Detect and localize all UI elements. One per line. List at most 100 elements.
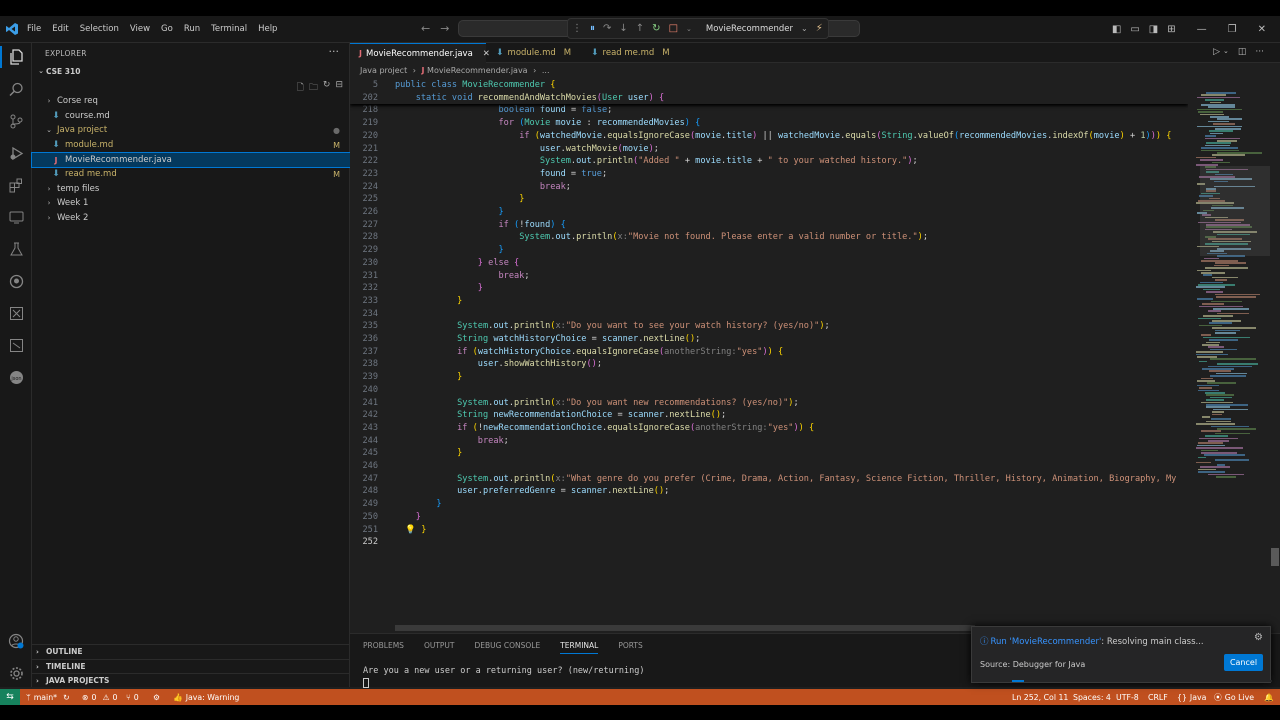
code-line[interactable]: 239 } [350, 371, 1188, 384]
code-line[interactable]: 218 boolean found = false; [350, 104, 1188, 117]
pause-icon[interactable]: ⏸ [590, 23, 595, 34]
ports-indicator[interactable]: ⑂ 0 [126, 689, 139, 705]
code-line[interactable]: 243 if (!newRecommendationChoice.equalsI… [350, 422, 1188, 435]
panel-tab-terminal[interactable]: TERMINAL [560, 641, 599, 654]
code-line[interactable]: 237 if (watchHistoryChoice.equalsIgnoreC… [350, 346, 1188, 359]
panel-tab-problems[interactable]: PROBLEMS [363, 641, 404, 654]
source-control-icon[interactable] [6, 111, 26, 131]
code-line[interactable]: 247 System.out.println(x:"What genre do … [350, 473, 1188, 486]
tree-file[interactable]: ⬇ read me.md M [32, 167, 350, 181]
lightning-icon[interactable]: ⚡ [816, 23, 823, 34]
stop-icon[interactable]: □ [669, 23, 678, 34]
editor-horizontal-scrollbar[interactable] [395, 625, 975, 631]
customize-layout-icon[interactable]: ⊞ [1167, 24, 1175, 35]
code-line[interactable]: 236 String watchHistoryChoice = scanner.… [350, 333, 1188, 346]
restart-icon[interactable]: ↻ [652, 23, 660, 34]
code-line[interactable]: 233 } [350, 295, 1188, 308]
tree-folder[interactable]: › temp files [32, 182, 350, 196]
code-line[interactable]: 219 for (Movie movie : recommendedMovies… [350, 117, 1188, 130]
json-icon[interactable]: json [6, 367, 26, 387]
code-line[interactable]: 249 } [350, 498, 1188, 511]
step-out-icon[interactable]: ↑ [636, 23, 644, 34]
menu-item-selection[interactable]: Selection [80, 24, 119, 34]
code-line[interactable]: 228 System.out.println(x:"Movie not foun… [350, 231, 1188, 244]
toggle-panel-icon[interactable]: ▭ [1130, 24, 1139, 35]
menu-item-help[interactable]: Help [258, 24, 277, 34]
breadcrumb-item[interactable]: ... [542, 66, 550, 75]
workspace-root[interactable]: ⌄ CSE 310 [32, 64, 350, 78]
code-line[interactable]: 220 if (watchedMovie.equalsIgnoreCase(mo… [350, 130, 1188, 143]
more-actions-icon[interactable]: ··· [329, 45, 340, 58]
vscode-logo-icon[interactable] [5, 22, 19, 36]
code-line[interactable]: 240 [350, 384, 1188, 397]
tree-folder[interactable]: › Week 2 [32, 211, 350, 225]
sticky-scroll-header[interactable]: 5 public class MovieRecommender {202 stat… [350, 78, 1188, 104]
panel-tab-ports[interactable]: PORTS [618, 641, 642, 654]
code-line[interactable]: 222 System.out.println("Added " + movie.… [350, 155, 1188, 168]
menu-item-view[interactable]: View [130, 24, 150, 34]
code-line[interactable]: 235 System.out.println(x:"Do you want to… [350, 320, 1188, 333]
code-line[interactable]: 250 } [350, 511, 1188, 524]
minimap-slider[interactable] [1200, 166, 1270, 256]
breadcrumb-item[interactable]: MovieRecommender.java [427, 66, 528, 75]
cursor-position[interactable]: Ln 252, Col 11 [1012, 689, 1068, 705]
more-actions-icon[interactable]: ··· [1255, 47, 1264, 57]
code-line[interactable]: 230 } else { [350, 257, 1188, 270]
code-line[interactable]: 245 } [350, 447, 1188, 460]
language-mode[interactable]: {} Java [1177, 689, 1206, 705]
accounts-icon[interactable] [6, 631, 26, 651]
run-debug-icon[interactable] [6, 143, 26, 163]
toggle-secondary-sidebar-icon[interactable]: ◨ [1149, 24, 1158, 35]
debug-indicator-icon[interactable]: ⚙ [153, 689, 160, 705]
settings-gear-icon[interactable] [6, 663, 26, 683]
tab-read-me-md[interactable]: ⬇ read me.md M [571, 43, 671, 63]
cancel-button[interactable]: Cancel [1224, 654, 1263, 671]
restore-icon[interactable]: ❐ [1228, 24, 1237, 35]
step-over-icon[interactable]: ↷ [603, 23, 611, 34]
java-projects-section[interactable]: › JAVA PROJECTS [32, 673, 350, 687]
testing-icon[interactable] [6, 239, 26, 259]
terminal-output[interactable]: Are you a new user or a returning user? … [363, 666, 644, 676]
code-line[interactable]: 238 user.showWatchHistory(); [350, 358, 1188, 371]
explorer-icon[interactable] [6, 47, 26, 67]
drag-handle-icon[interactable]: ⋮ [572, 23, 582, 34]
code-line[interactable]: 244 break; [350, 435, 1188, 448]
menu-item-file[interactable]: File [27, 24, 41, 34]
notification-link[interactable]: 'MovieRecommender' [1010, 637, 1102, 647]
code-line[interactable]: 252 [350, 536, 1188, 549]
code-line[interactable]: 227 if (!found) { [350, 219, 1188, 232]
code-editor[interactable]: 5 public class MovieRecommender {202 stat… [350, 78, 1188, 623]
code-line[interactable]: 241 System.out.println(x:"Do you want ne… [350, 397, 1188, 410]
menu-item-run[interactable]: Run [184, 24, 200, 34]
config-dropdown-icon[interactable]: ⌄ [801, 24, 808, 34]
back-arrow-icon[interactable]: ← [421, 22, 430, 35]
code-line[interactable]: 231 break; [350, 270, 1188, 283]
java-projects-icon[interactable] [6, 335, 26, 355]
line-ending[interactable]: CRLF [1148, 689, 1168, 705]
search-icon[interactable] [6, 79, 26, 99]
run-dropdown-icon[interactable]: ⌄ [1223, 47, 1229, 57]
tree-file[interactable]: J MovieRecommender.java [31, 152, 351, 168]
problems-indicator[interactable]: ⊗ 0 ⚠ 0 [82, 689, 117, 705]
split-editor-icon[interactable]: ◫ [1238, 47, 1247, 57]
go-live-button[interactable]: ⦿ Go Live [1214, 689, 1254, 705]
azure-icon[interactable] [6, 303, 26, 323]
tab-module-md[interactable]: ⬇ module.md M [486, 43, 571, 63]
java-status[interactable]: 👍 Java: Warning [173, 689, 239, 705]
remote-indicator-icon[interactable]: ⇆ [0, 689, 20, 705]
close-window-icon[interactable]: ✕ [1258, 24, 1266, 35]
step-into-icon[interactable]: ↓ [619, 23, 627, 34]
menu-item-terminal[interactable]: Terminal [211, 24, 247, 34]
minimap[interactable] [1188, 78, 1270, 638]
code-line[interactable]: 221 user.watchMovie(movie); [350, 143, 1188, 156]
run-java-icon[interactable]: ▷ [1213, 47, 1220, 57]
tree-file[interactable]: ⬇ module.md M [32, 138, 350, 152]
tree-file[interactable]: ⬇ course.md [32, 109, 350, 123]
notifications-bell-icon[interactable]: 🔔 [1264, 689, 1274, 705]
timeline-section[interactable]: › TIMELINE [32, 659, 350, 673]
menu-item-edit[interactable]: Edit [52, 24, 68, 34]
indentation[interactable]: Spaces: 4 [1073, 689, 1111, 705]
code-line[interactable]: 223 found = true; [350, 168, 1188, 181]
notification-settings-icon[interactable]: ⚙ [1254, 632, 1263, 643]
code-line[interactable]: 248 user.preferredGenre = scanner.nextLi… [350, 485, 1188, 498]
